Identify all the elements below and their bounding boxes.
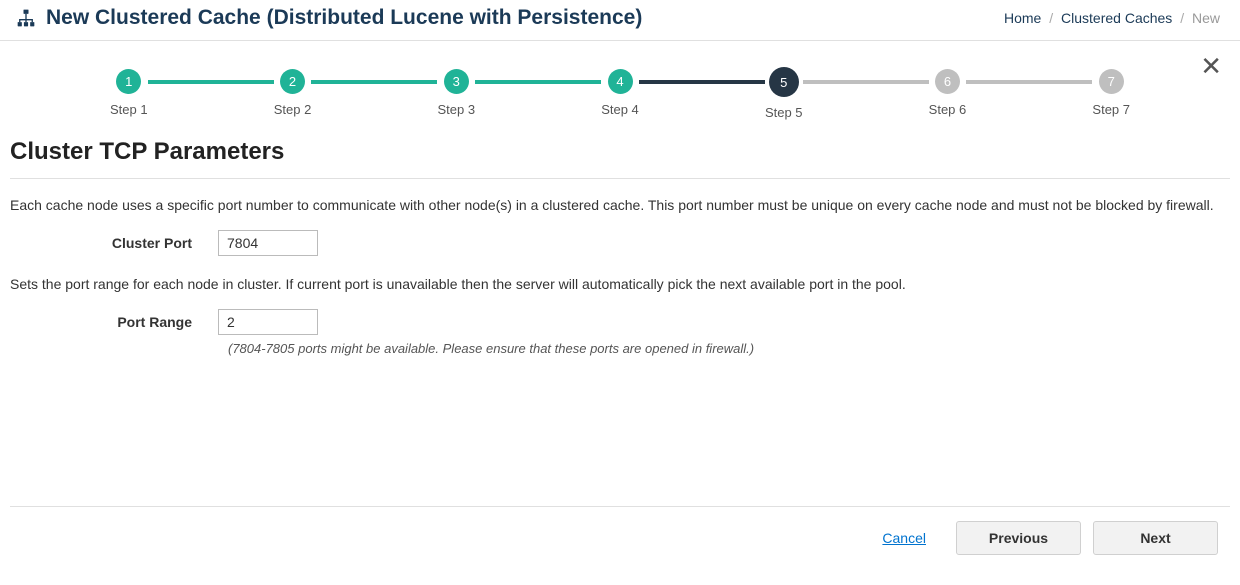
port-range-input[interactable] — [218, 309, 318, 335]
step-circle: 4 — [608, 69, 633, 94]
step-connector — [311, 80, 437, 84]
step-connector — [639, 80, 765, 84]
step-1[interactable]: 1 Step 1 — [110, 69, 148, 117]
cluster-port-label: Cluster Port — [10, 235, 218, 251]
cancel-link[interactable]: Cancel — [882, 530, 926, 546]
close-button[interactable]: ✕ — [1200, 53, 1222, 79]
cluster-port-description: Each cache node uses a specific port num… — [10, 195, 1230, 216]
step-connector — [475, 80, 601, 84]
step-6[interactable]: 6 Step 6 — [929, 69, 967, 117]
breadcrumb: Home / Clustered Caches / New — [1004, 10, 1220, 26]
port-range-description: Sets the port range for each node in clu… — [10, 274, 1230, 295]
step-circle: 5 — [769, 67, 799, 97]
step-connector — [148, 80, 274, 84]
close-icon: ✕ — [1200, 51, 1222, 81]
previous-button[interactable]: Previous — [956, 521, 1081, 555]
step-label: Step 2 — [274, 102, 312, 117]
divider — [10, 178, 1230, 179]
step-connector — [966, 80, 1092, 84]
step-5[interactable]: 5 Step 5 — [765, 69, 803, 120]
step-7[interactable]: 7 Step 7 — [1092, 69, 1130, 117]
breadcrumb-caches[interactable]: Clustered Caches — [1061, 10, 1172, 26]
page-title: New Clustered Cache (Distributed Lucene … — [46, 6, 642, 30]
step-circle: 7 — [1099, 69, 1124, 94]
step-circle: 3 — [444, 69, 469, 94]
step-label: Step 5 — [765, 105, 803, 120]
wizard-footer: Cancel Previous Next — [10, 506, 1230, 569]
step-label: Step 4 — [601, 102, 639, 117]
page-header: New Clustered Cache (Distributed Lucene … — [0, 0, 1240, 41]
step-label: Step 7 — [1092, 102, 1130, 117]
step-circle: 1 — [116, 69, 141, 94]
step-label: Step 6 — [929, 102, 967, 117]
step-4[interactable]: 4 Step 4 — [601, 69, 639, 117]
step-2[interactable]: 2 Step 2 — [274, 69, 312, 117]
section-title: Cluster TCP Parameters — [10, 138, 1230, 166]
step-3[interactable]: 3 Step 3 — [437, 69, 475, 117]
cluster-port-input[interactable] — [218, 230, 318, 256]
step-label: Step 1 — [110, 102, 148, 117]
breadcrumb-current: New — [1192, 10, 1220, 26]
port-range-hint: (7804-7805 ports might be available. Ple… — [228, 341, 1230, 356]
step-connector — [803, 80, 929, 84]
next-button[interactable]: Next — [1093, 521, 1218, 555]
step-label: Step 3 — [437, 102, 475, 117]
breadcrumb-home[interactable]: Home — [1004, 10, 1041, 26]
stepper: 1 Step 1 2 Step 2 3 Step 3 4 Step 4 5 Step 5 6 Step… — [110, 69, 1130, 120]
step-circle: 2 — [280, 69, 305, 94]
port-range-label: Port Range — [10, 314, 218, 330]
step-circle: 6 — [935, 69, 960, 94]
sitemap-icon — [16, 8, 36, 28]
